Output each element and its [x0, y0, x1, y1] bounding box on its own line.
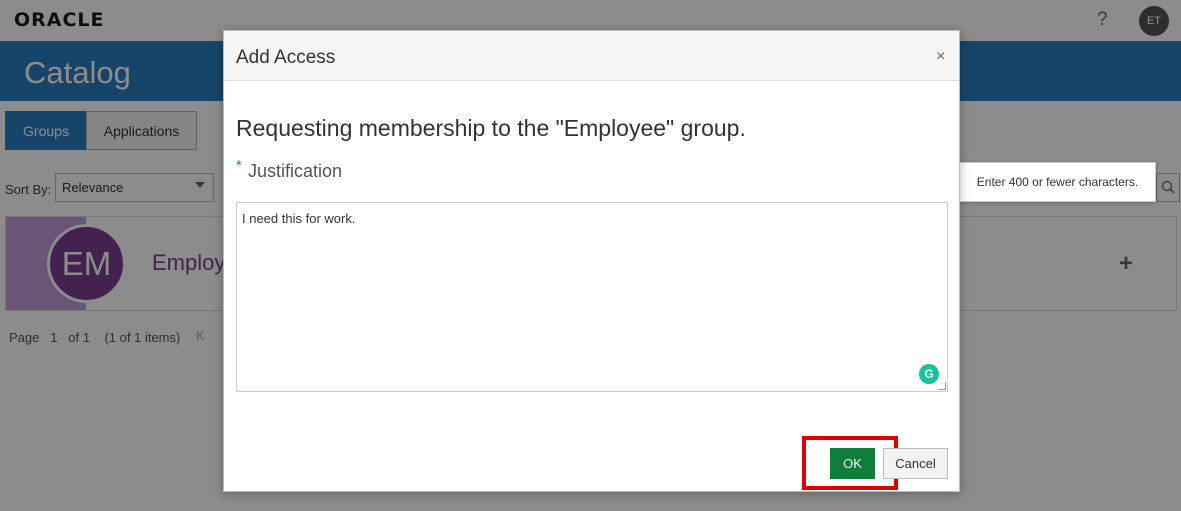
- justification-textarea[interactable]: I need this for work.: [236, 202, 948, 392]
- add-access-dialog: Add Access × Requesting membership to th…: [223, 30, 960, 492]
- dialog-title: Add Access: [236, 47, 336, 68]
- justification-label: Justification: [248, 161, 343, 181]
- dialog-header: Add Access ×: [224, 31, 959, 81]
- required-marker: *: [236, 157, 242, 174]
- close-icon[interactable]: ×: [936, 48, 945, 66]
- ok-button[interactable]: OK: [830, 448, 875, 479]
- cancel-button[interactable]: Cancel: [883, 448, 948, 479]
- request-heading: Requesting membership to the "Employee" …: [236, 115, 746, 141]
- grammarly-icon[interactable]: G: [919, 364, 939, 384]
- resize-handle-icon[interactable]: [938, 382, 946, 390]
- character-limit-tooltip: Enter 400 or fewer characters.: [959, 162, 1156, 202]
